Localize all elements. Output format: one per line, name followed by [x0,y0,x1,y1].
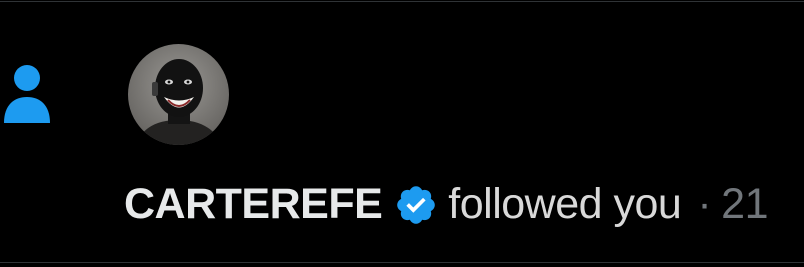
avatar[interactable] [128,44,229,145]
notification-text: CARTEREFE followed you · 21 [124,176,769,232]
verified-badge-icon [397,186,436,224]
notification-screen: CARTEREFE followed you · 21 [0,0,804,267]
separator-dot: · [697,179,712,228]
username-link[interactable]: CARTEREFE [124,180,383,229]
action-text: followed you [448,179,682,228]
divider-bottom [0,262,804,263]
person-icon [4,65,50,123]
timestamp: 21 [721,179,769,228]
divider-top [0,1,804,2]
